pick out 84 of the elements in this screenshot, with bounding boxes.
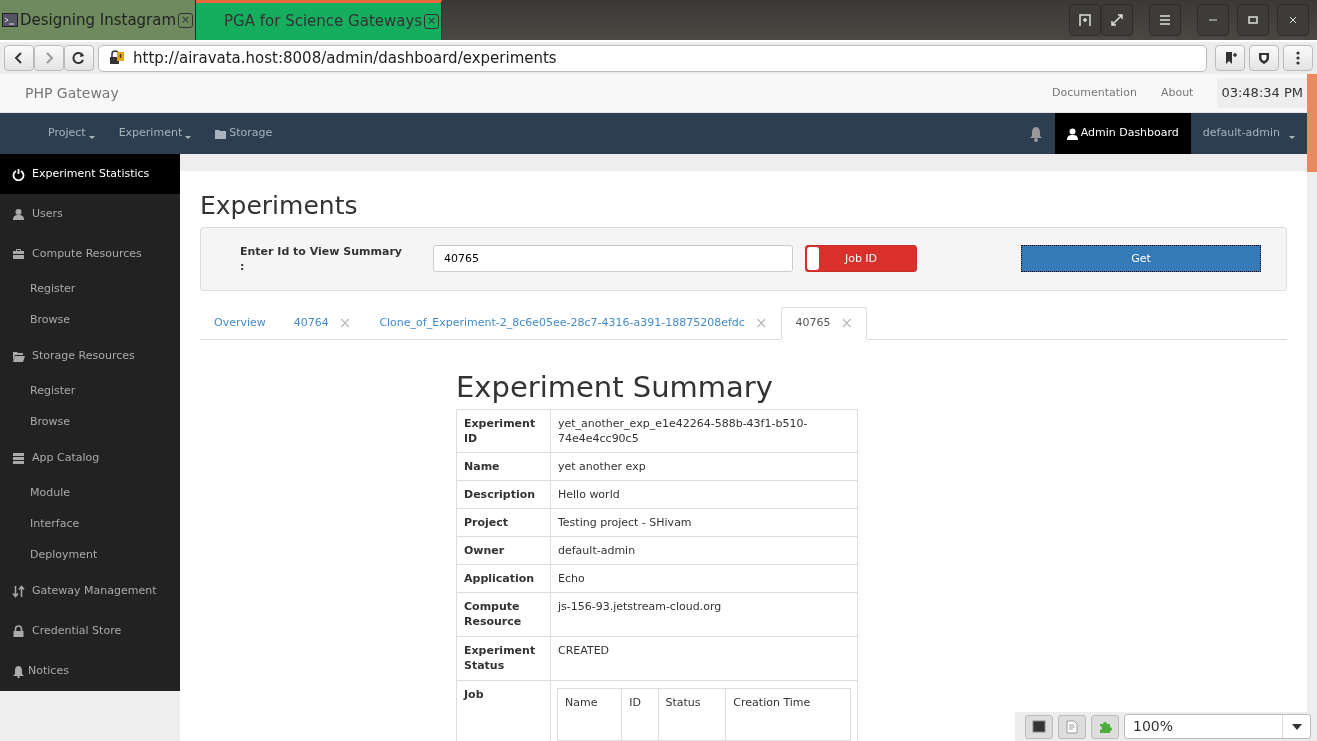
header-link[interactable]: Documentation (1052, 84, 1137, 102)
sidebar-subitem[interactable]: Register (0, 376, 180, 407)
row-value: yet another exp (550, 452, 858, 481)
tab[interactable]: Clone_of_Experiment-2_8c6e05ee-28c7-4316-a391-18875208efdc × (365, 307, 782, 341)
column-header: Creation Time (725, 688, 851, 741)
address-bar[interactable]: http://airavata.host:8008/admin/dashboard/experiments (98, 44, 1207, 72)
row-label: Description (456, 480, 551, 509)
row-label: Name (456, 452, 551, 481)
shield-icon[interactable] (1256, 50, 1272, 66)
folder-icon (215, 128, 227, 139)
tab[interactable]: Overview (200, 307, 280, 341)
bell-icon (12, 664, 25, 678)
row-label: Compute Resource (456, 592, 551, 637)
id-input[interactable]: 40765 (433, 245, 793, 273)
sidebar-subitem[interactable]: Interface (0, 509, 180, 540)
row-label: Job (456, 680, 551, 741)
caret-icon (88, 136, 95, 139)
column-header: Name (557, 688, 622, 741)
sidebar-subitem[interactable]: Browse (0, 305, 180, 336)
briefcase-icon (12, 247, 25, 261)
user-icon (12, 207, 25, 221)
row-label: Owner (456, 536, 551, 565)
summary-title: Experiment Summary (456, 370, 774, 405)
column-header: Status (658, 688, 726, 741)
close-icon[interactable]: × (424, 14, 440, 29)
folder-open-icon (12, 349, 25, 363)
nav-link[interactable]: Experiment (106, 113, 204, 154)
header-link[interactable]: About (1160, 84, 1194, 102)
nav-link[interactable]: Admin Dashboard (1054, 113, 1191, 154)
tab[interactable]: 40764 × (279, 307, 366, 341)
sidebar-item[interactable]: Compute Resources (0, 234, 180, 274)
row-label: Experiment ID (456, 409, 551, 453)
clock: 03:48:34 PM (1217, 78, 1307, 108)
column-header: ID (621, 688, 658, 741)
screen-icon[interactable] (1032, 719, 1046, 734)
row-label: Experiment Status (456, 636, 551, 681)
row-value: default-admin (550, 536, 858, 565)
browser-tab[interactable]: PGA for Science Gateways × (196, 0, 443, 40)
bell-icon[interactable] (1028, 125, 1043, 142)
field-label: Enter Id to View Summary : (239, 243, 403, 274)
terminal-icon (2, 13, 18, 27)
caret-icon (1291, 723, 1302, 730)
sidebar-item[interactable]: Users (0, 194, 180, 234)
row-label: Project (456, 508, 551, 537)
insecure-lock-icon (109, 50, 125, 66)
sidebar-subitem[interactable]: Browse (0, 407, 180, 438)
lock-icon (12, 624, 25, 638)
row-value: Testing project - SHivam (550, 508, 858, 537)
tab[interactable]: 40765 × (781, 307, 868, 341)
brand-name[interactable]: PHP Gateway (25, 82, 119, 104)
get-button[interactable]: Get (1021, 245, 1261, 273)
sort-arrows-icon (12, 584, 25, 598)
nav-link[interactable]: Storage (203, 113, 285, 154)
row-value: CREATED (550, 636, 858, 681)
user-icon (1066, 127, 1078, 140)
zoom-select[interactable]: 100% (1124, 714, 1311, 739)
nav-link[interactable]: default-admin (1190, 113, 1307, 154)
fullscreen-icon[interactable] (1109, 12, 1125, 28)
caret-icon (185, 136, 192, 139)
new-tab-icon[interactable] (1077, 12, 1093, 28)
sidebar-subitem[interactable]: Register (0, 274, 180, 305)
sidebar-item[interactable]: Credential Store (0, 611, 180, 651)
nav-link[interactable]: Project (36, 113, 107, 154)
sidebar-item[interactable]: Experiment Statistics (0, 154, 180, 194)
job-id-toggle[interactable]: Job ID (805, 245, 917, 273)
scrollbar[interactable] (1307, 74, 1317, 172)
browser-tab[interactable]: Designing Instagram × (0, 0, 197, 40)
sidebar-item[interactable]: Notices (0, 651, 180, 691)
row-value: yet_another_exp_e1e42264-588b-43f1-b510-74e4e4cc90c5 (550, 409, 858, 453)
row-value: Echo (550, 564, 858, 593)
power-icon (12, 167, 25, 181)
sidebar-item[interactable]: Gateway Management (0, 571, 180, 611)
server-icon (12, 451, 25, 465)
row-value: Hello world (550, 480, 858, 509)
sidebar-subitem[interactable]: Module (0, 478, 180, 509)
page-title: Experiments (200, 190, 359, 221)
caret-icon (1289, 136, 1295, 139)
row-value: js-156-93.jetstream-cloud.org (550, 592, 858, 637)
row-label: Application (456, 564, 551, 593)
reload-icon[interactable] (71, 50, 87, 66)
sidebar-item[interactable]: App Catalog (0, 438, 180, 478)
sidebar-subitem[interactable]: Deployment (0, 540, 180, 571)
sidebar-item[interactable]: Storage Resources (0, 336, 180, 376)
menu-icon[interactable] (1157, 12, 1173, 28)
